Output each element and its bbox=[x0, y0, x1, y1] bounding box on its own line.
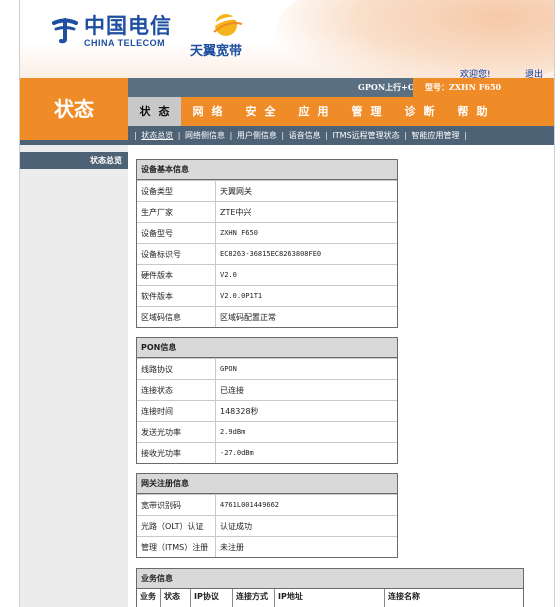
table-row: 发送光功率 2.9dBm bbox=[137, 421, 397, 442]
broadband-logo-icon bbox=[209, 14, 245, 36]
table-row: 软件版本 V2.0.0P1T1 bbox=[137, 285, 397, 306]
status-infobar: GPON上行+O-C 型号：ZXHN F650 bbox=[128, 78, 554, 97]
field-value: 天翼网关 bbox=[220, 187, 252, 196]
table-row: 连接时间 148328秒 bbox=[137, 400, 397, 421]
china-telecom-logo: 中国电信 CHINA TELECOM bbox=[50, 14, 172, 48]
field-value: 148328秒 bbox=[220, 407, 259, 416]
column-header: 业务 bbox=[137, 589, 161, 607]
field-label: 发送光功率 bbox=[137, 422, 216, 442]
broadband-logo: 天翼宽带 bbox=[190, 10, 260, 60]
field-label: 线路协议 bbox=[137, 359, 216, 379]
table-row: 硬件版本 V2.0 bbox=[137, 264, 397, 285]
tab-status[interactable]: 状态 bbox=[128, 97, 181, 126]
field-value: ZXHN F650 bbox=[220, 229, 258, 237]
table-row: 管理（ITMS）注册 未注册 bbox=[137, 536, 397, 557]
tab-network[interactable]: 网络 bbox=[181, 97, 234, 126]
section-title: PON信息 bbox=[137, 338, 397, 358]
subnav-network-side-info[interactable]: 网络侧信息 bbox=[185, 131, 225, 140]
field-value: 已连接 bbox=[220, 386, 244, 395]
main-nav: 状态 网络 安全 应用 管理 诊断 帮助 bbox=[128, 97, 554, 126]
broadband-brand-text: 天翼宽带 bbox=[190, 44, 243, 59]
table-row: 连接状态 已连接 bbox=[137, 379, 397, 400]
field-label: 连接时间 bbox=[137, 401, 216, 421]
subnav-smart-app[interactable]: 智能应用管理 bbox=[411, 131, 459, 140]
header: 中国电信 CHINA TELECOM 天翼宽带 欢迎您! 退出 bbox=[20, 0, 554, 90]
table-row: 线路协议 GPON bbox=[137, 358, 397, 379]
header-swoosh-decoration bbox=[276, 0, 554, 90]
field-label: 软件版本 bbox=[137, 286, 216, 306]
field-value: GPON bbox=[220, 365, 237, 373]
subnav-itms-status[interactable]: ITMS远程管理状态 bbox=[332, 131, 399, 140]
table-row: 设备类型 天翼网关 bbox=[137, 180, 397, 201]
field-value: 区域码配置正常 bbox=[220, 313, 276, 322]
brand-name-en: CHINA TELECOM bbox=[84, 38, 166, 48]
china-telecom-logo-icon bbox=[52, 18, 78, 44]
column-header: 连接名称 bbox=[388, 592, 420, 601]
tab-security[interactable]: 安全 bbox=[234, 97, 287, 126]
device-model-label: 型号：ZXHN F650 bbox=[413, 78, 554, 97]
device-info-section: 设备基本信息 设备类型 天翼网关 生产厂家 ZTE中兴 设备型号 ZXHN F650 … bbox=[136, 159, 398, 328]
field-label: 设备型号 bbox=[137, 223, 216, 243]
field-value: 2.9dBm bbox=[220, 428, 246, 436]
section-title: 业务信息 bbox=[137, 569, 523, 589]
column-header: IP地址 bbox=[275, 589, 385, 607]
page-title: 状态 bbox=[20, 78, 128, 140]
tab-application[interactable]: 应用 bbox=[287, 97, 340, 126]
table-header-row: 业务 状态 IP协议 连接方式 IP地址 连接名称 bbox=[137, 589, 523, 607]
field-value: 认证成功 bbox=[220, 522, 252, 531]
field-label: 区域码信息 bbox=[137, 307, 216, 327]
pon-info-section: PON信息 线路协议 GPON 连接状态 已连接 连接时间 148328秒 发送光功率… bbox=[136, 337, 398, 464]
field-value: -27.0dBm bbox=[220, 449, 254, 457]
table-row: 生产厂家 ZTE中兴 bbox=[137, 201, 397, 222]
sub-nav: | 状态总览 | 网络侧信息 | 用户侧信息 | 语音信息 | ITMS远程管理… bbox=[128, 126, 554, 145]
brand-name-cn: 中国电信 bbox=[84, 13, 172, 38]
tab-management[interactable]: 管理 bbox=[340, 97, 393, 126]
sidebar: 状态总览 bbox=[20, 145, 128, 607]
field-value: EC8263-36815EC8263808FE0 bbox=[220, 250, 322, 258]
gateway-registration-section: 网关注册信息 宽带识别码 4761L001449662 光路（OLT）认证 认证成功… bbox=[136, 473, 398, 558]
table-row: 光路（OLT）认证 认证成功 bbox=[137, 515, 397, 536]
table-row: 接收光功率 -27.0dBm bbox=[137, 442, 397, 463]
section-title: 网关注册信息 bbox=[137, 474, 397, 494]
field-value: V2.0.0P1T1 bbox=[220, 292, 263, 300]
table-row: 设备型号 ZXHN F650 bbox=[137, 222, 397, 243]
table-row: 宽带识别码 4761L001449662 bbox=[137, 494, 397, 515]
field-value: ZTE中兴 bbox=[220, 208, 252, 217]
section-title: 设备基本信息 bbox=[137, 160, 397, 180]
subnav-voice-info[interactable]: 语音信息 bbox=[289, 131, 321, 140]
app-window: 中国电信 CHINA TELECOM 天翼宽带 欢迎您! 退出 状态 GPON上… bbox=[19, 0, 555, 607]
subnav-user-side-info[interactable]: 用户侧信息 bbox=[237, 131, 277, 140]
field-label: 宽带识别码 bbox=[137, 495, 216, 515]
tab-diagnostics[interactable]: 诊断 bbox=[393, 97, 446, 126]
field-value: 未注册 bbox=[220, 543, 244, 552]
field-label: 硬件版本 bbox=[137, 265, 216, 285]
field-label: 设备标识号 bbox=[137, 244, 216, 264]
business-info-section: 业务信息 业务 状态 IP协议 连接方式 IP地址 连接名称 bbox=[136, 568, 524, 607]
main-content: 设备基本信息 设备类型 天翼网关 生产厂家 ZTE中兴 设备型号 ZXHN F650 … bbox=[128, 145, 554, 607]
table-row: 区域码信息 区域码配置正常 bbox=[137, 306, 397, 327]
field-label: 光路（OLT）认证 bbox=[137, 516, 216, 536]
tab-help[interactable]: 帮助 bbox=[446, 97, 499, 126]
field-label: 管理（ITMS）注册 bbox=[137, 537, 216, 557]
field-label: 接收光功率 bbox=[137, 443, 216, 463]
column-header: IP协议 bbox=[191, 589, 233, 607]
field-label: 生产厂家 bbox=[137, 202, 216, 222]
sidebar-item-status-overview[interactable]: 状态总览 bbox=[20, 152, 128, 169]
subnav-status-overview[interactable]: 状态总览 bbox=[141, 131, 173, 140]
field-value: V2.0 bbox=[220, 271, 237, 279]
field-label: 连接状态 bbox=[137, 380, 216, 400]
field-label: 设备类型 bbox=[137, 181, 216, 201]
field-value: 4761L001449662 bbox=[220, 501, 280, 509]
column-header: 连接方式 bbox=[233, 589, 275, 607]
column-header: 状态 bbox=[161, 589, 191, 607]
table-row: 设备标识号 EC8263-36815EC8263808FE0 bbox=[137, 243, 397, 264]
